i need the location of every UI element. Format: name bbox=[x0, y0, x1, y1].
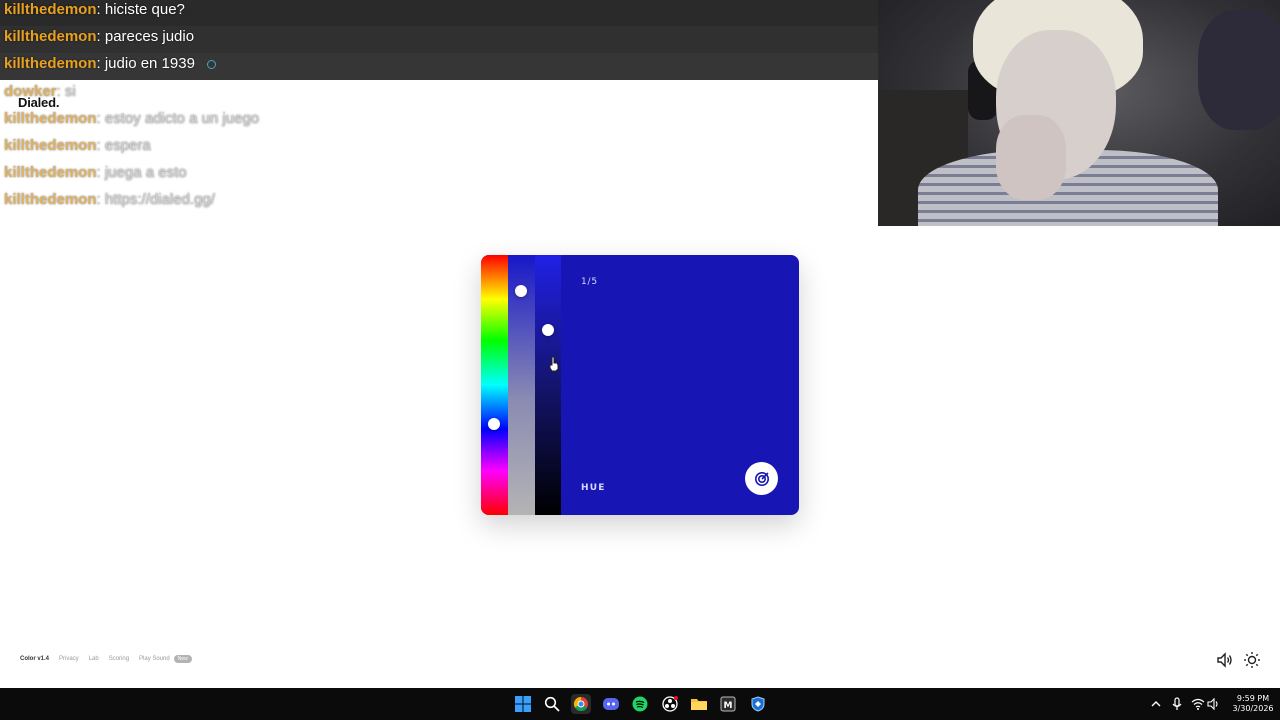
chat-text: : estoy adicto a un juego bbox=[96, 110, 260, 127]
search-icon[interactable] bbox=[542, 694, 562, 714]
discord-icon[interactable] bbox=[601, 694, 621, 714]
chat-text: : pareces judio bbox=[96, 28, 195, 45]
svg-text:M: M bbox=[724, 701, 733, 711]
saturation-slider-handle[interactable] bbox=[515, 285, 527, 298]
footer: Color v1.4 Privacy Lab Scoring Play Soun… bbox=[20, 655, 192, 663]
version-label: Color v1.4 bbox=[20, 656, 50, 662]
chat-text: : hiciste que? bbox=[96, 1, 185, 18]
chevron-up-icon[interactable] bbox=[1149, 697, 1163, 711]
chat-text: : espera bbox=[96, 137, 151, 154]
chat-username: killthedemon bbox=[4, 28, 97, 45]
scoring-link[interactable]: Scoring bbox=[109, 656, 129, 662]
game-launcher-icon[interactable] bbox=[748, 694, 768, 714]
brightness-slider[interactable] bbox=[535, 255, 561, 515]
submit-guess-button[interactable] bbox=[745, 462, 778, 495]
windows-start-icon[interactable] bbox=[513, 694, 533, 714]
chat-text: : judio en 1939 bbox=[96, 55, 195, 72]
chat-message: killthedemon: estoy adicto a un juego bbox=[4, 109, 259, 129]
obs-icon[interactable] bbox=[660, 694, 680, 714]
microphone-icon[interactable] bbox=[1170, 697, 1184, 711]
screen: killthedemon: hiciste que? killthedemon:… bbox=[0, 0, 1280, 720]
clock-time: 9:59 PM bbox=[1236, 694, 1270, 703]
round-progress: 1/5 bbox=[581, 277, 598, 287]
chat-username: killthedemon bbox=[4, 137, 97, 154]
webcam-person-hand bbox=[996, 115, 1066, 200]
chat-username: killthedemon bbox=[4, 110, 97, 127]
taskbar: M bbox=[0, 688, 1280, 720]
system-clock[interactable]: 9:59 PM 3/30/2026 bbox=[1226, 694, 1280, 714]
chat-text: : juega a esto bbox=[96, 164, 187, 181]
file-explorer-icon[interactable] bbox=[689, 694, 709, 714]
chat-message: killthedemon: pareces judio bbox=[4, 27, 194, 47]
chat-message: killthedemon: espera bbox=[4, 136, 151, 156]
lab-link[interactable]: Lab bbox=[89, 656, 99, 662]
target-icon bbox=[754, 471, 769, 486]
privacy-link[interactable]: Privacy bbox=[59, 656, 79, 662]
volume-icon[interactable] bbox=[1207, 697, 1221, 711]
chrome-icon[interactable] bbox=[571, 694, 591, 714]
spotify-icon[interactable] bbox=[630, 694, 650, 714]
chat-message: killthedemon: hiciste que? bbox=[4, 0, 185, 20]
app-icon[interactable]: M bbox=[718, 694, 738, 714]
chat-message: killthedemon: juega a esto bbox=[4, 163, 187, 183]
chat-message: killthedemon: judio en 1939 bbox=[4, 54, 216, 74]
slider-mode-label: HUE bbox=[581, 483, 606, 493]
wifi-icon[interactable] bbox=[1191, 697, 1205, 711]
color-picker-card: 1/5 HUE bbox=[481, 255, 799, 515]
new-badge: New bbox=[173, 655, 192, 663]
chat-username: killthedemon bbox=[4, 55, 97, 72]
clock-date: 3/30/2026 bbox=[1232, 704, 1274, 713]
chat-text: : si bbox=[56, 83, 76, 100]
speaker-icon[interactable] bbox=[1216, 651, 1234, 669]
chat-text: : https://dialed.gg/ bbox=[96, 191, 215, 208]
sun-icon[interactable] bbox=[1243, 651, 1261, 669]
brightness-slider-handle[interactable] bbox=[542, 324, 554, 337]
chat-badge-icon bbox=[206, 59, 216, 69]
hand-cursor-icon bbox=[549, 356, 559, 372]
chat-username: killthedemon bbox=[4, 191, 97, 208]
saturation-slider[interactable] bbox=[508, 255, 535, 515]
app-logo[interactable]: Dialed. bbox=[18, 95, 59, 110]
hue-slider-handle[interactable] bbox=[488, 418, 500, 430]
webcam-background-plush bbox=[1198, 10, 1280, 130]
chat-username: killthedemon bbox=[4, 164, 97, 181]
play-sound-link[interactable]: Play Sound bbox=[139, 656, 170, 662]
chat-message: killthedemon: https://dialed.gg/ bbox=[4, 190, 215, 210]
webcam-feed bbox=[878, 0, 1280, 226]
hue-slider[interactable] bbox=[481, 255, 508, 515]
chat-username: killthedemon bbox=[4, 1, 97, 18]
